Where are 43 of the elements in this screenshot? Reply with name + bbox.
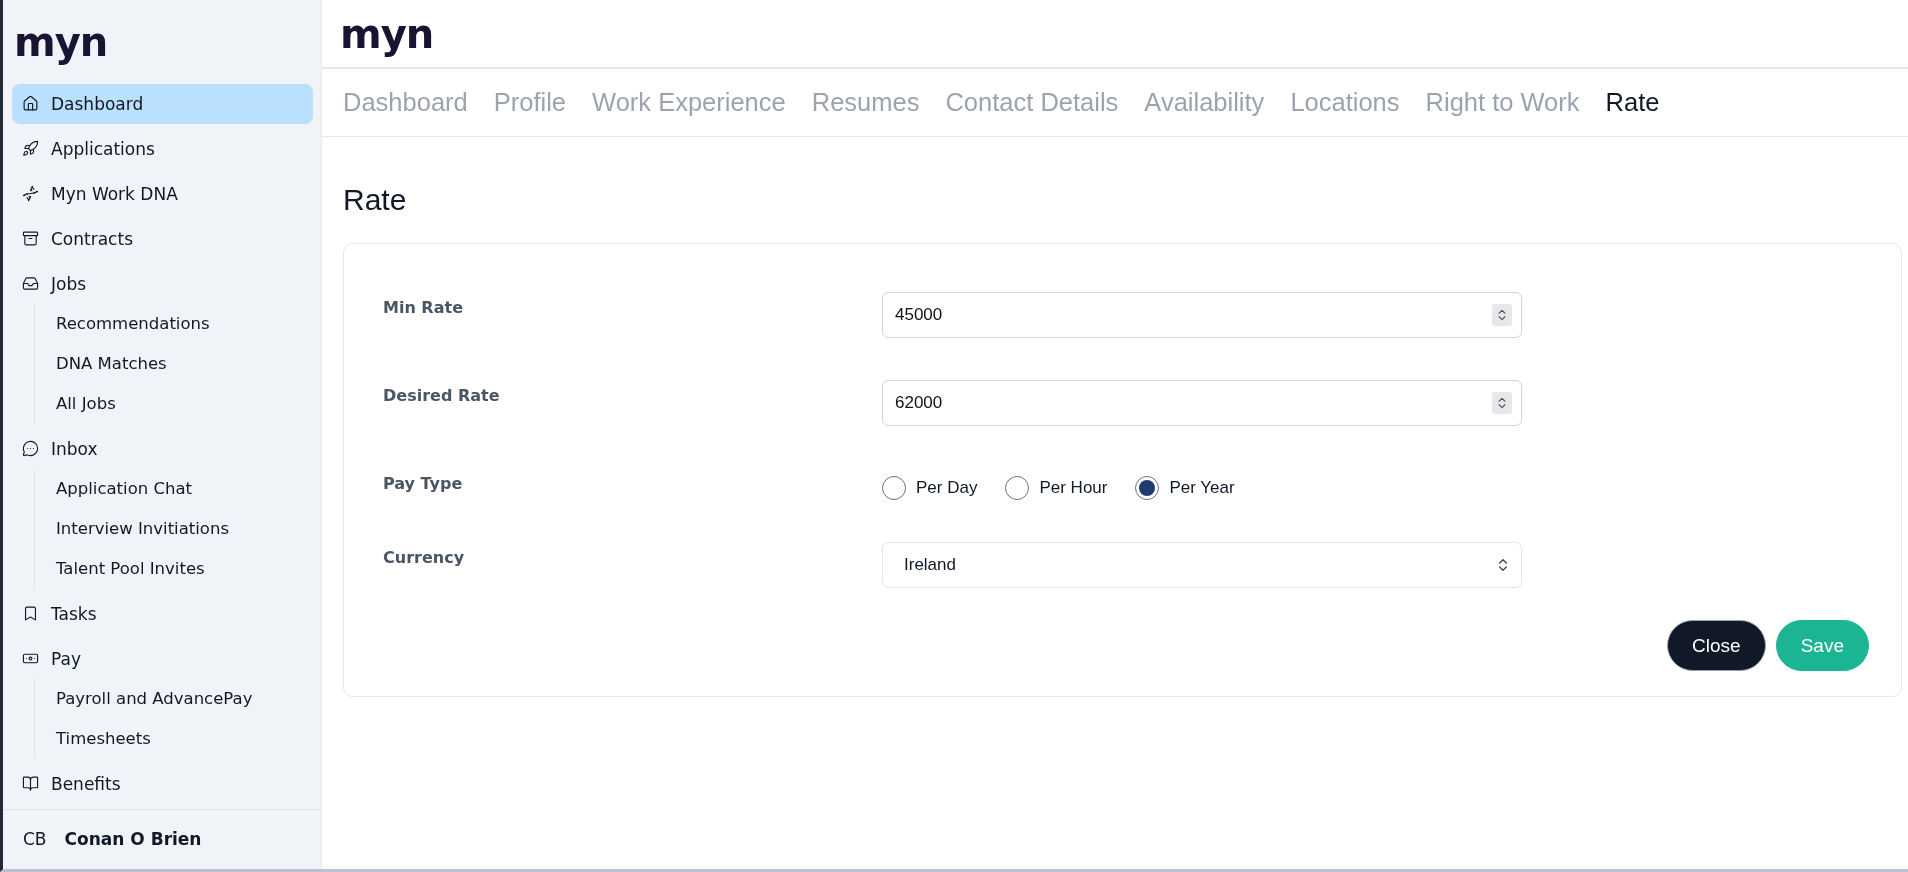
home-icon	[22, 95, 39, 113]
radio-label[interactable]: Per Day	[916, 478, 978, 498]
field-label: Currency	[383, 547, 466, 569]
bookmark-icon	[22, 605, 39, 623]
nav-subitem[interactable]: Payroll and AdvancePay	[56, 678, 313, 719]
dna-icon	[22, 185, 39, 203]
nav-subitem[interactable]: Interview Invitiations	[56, 508, 313, 549]
nav-subitem[interactable]: All Jobs	[56, 383, 313, 424]
select-field[interactable]: Ireland	[882, 542, 1522, 588]
user-initials: CB	[23, 829, 47, 850]
nav-item[interactable]: Pay	[12, 638, 313, 679]
tab[interactable]: Rate	[1605, 88, 1660, 117]
nav-item[interactable]: Contracts	[12, 218, 313, 259]
nav-item[interactable]: Applications	[12, 128, 313, 169]
field-label: Pay Type	[383, 473, 464, 495]
page-title: Rate	[343, 183, 408, 217]
nav-item[interactable]: Tasks	[12, 593, 313, 634]
number-field[interactable]: 45000	[882, 292, 1522, 338]
book-icon	[22, 775, 39, 793]
radio-label[interactable]: Per Year	[1169, 478, 1235, 498]
nav-item[interactable]: Dashboard	[12, 83, 313, 124]
archive-icon	[22, 230, 39, 248]
rocket-icon	[22, 140, 39, 158]
field-label: Desired Rate	[383, 385, 501, 407]
nav-subitem[interactable]: Application Chat	[56, 468, 313, 509]
number-field[interactable]: 62000	[882, 380, 1522, 426]
nav-item[interactable]: Jobs	[12, 263, 313, 304]
nav-item[interactable]: Myn Work DNA	[12, 173, 313, 214]
tray-icon	[22, 275, 39, 293]
spinner-icon[interactable]	[1492, 392, 1512, 414]
radio-label[interactable]: Per Hour	[1039, 478, 1108, 498]
nav-subitem[interactable]: Talent Pool Invites	[56, 548, 313, 589]
nav-item[interactable]: Benefits	[12, 763, 313, 804]
close-button[interactable]: Close	[1667, 620, 1766, 671]
nav-subitem[interactable]: Timesheets	[56, 718, 313, 759]
user-name[interactable]: Conan O Brien	[64, 829, 202, 850]
field-label: Min Rate	[383, 297, 464, 319]
logo: myn	[13, 18, 109, 67]
nav-item[interactable]: Inbox	[12, 428, 313, 469]
chat-icon	[22, 440, 39, 458]
spinner-icon[interactable]	[1492, 304, 1512, 326]
nav-subitem[interactable]: DNA Matches	[56, 343, 313, 384]
nav-subitem[interactable]: Recommendations	[56, 303, 313, 344]
